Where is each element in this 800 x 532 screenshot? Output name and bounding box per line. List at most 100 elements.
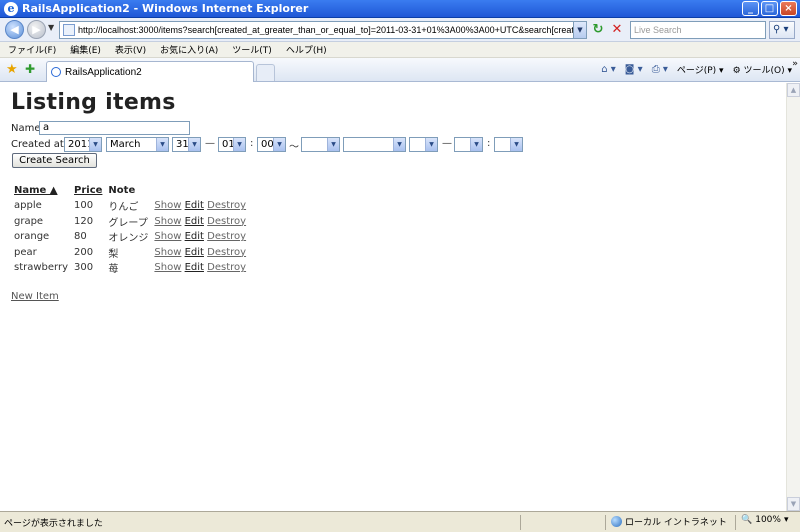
refresh-icon[interactable]: ↻ <box>590 22 606 38</box>
range-tilde: ～ <box>289 142 299 153</box>
stop-icon[interactable]: ✕ <box>609 22 625 38</box>
recent-pages-dropdown[interactable]: ▼ <box>48 23 54 32</box>
zoom-level: 100% <box>755 515 781 525</box>
page-title: Listing items <box>11 90 176 115</box>
status-divider <box>605 515 606 530</box>
tab-label: RailsApplication2 <box>65 66 142 78</box>
new-item-link[interactable]: New Item <box>11 291 59 302</box>
zoom-control[interactable]: 🔍 100% ▾ <box>741 515 788 525</box>
destroy-link[interactable]: Destroy <box>207 262 246 273</box>
edit-link[interactable]: Edit <box>185 262 204 273</box>
from-minute-select[interactable]: 00 ▼ <box>257 137 286 152</box>
destroy-link[interactable]: Destroy <box>207 216 246 227</box>
address-dropdown-icon[interactable]: ▼ <box>573 22 586 38</box>
home-icon[interactable]: ⌂ ▾ <box>601 64 616 75</box>
item-name: strawberry <box>14 262 69 274</box>
chevron-down-icon: ▼ <box>510 138 522 151</box>
item-name: apple <box>14 200 42 212</box>
window-title-bar: e RailsApplication2 - Windows Internet E… <box>0 0 800 18</box>
menu-file[interactable]: ファイル(F) <box>8 43 56 56</box>
edit-link[interactable]: Edit <box>185 231 204 242</box>
name-input[interactable]: a <box>39 121 190 135</box>
from-month-select[interactable]: March ▼ <box>106 137 169 152</box>
to-hour-select[interactable]: ▼ <box>454 137 483 152</box>
show-link[interactable]: Show <box>154 216 181 227</box>
item-price: 120 <box>74 215 94 227</box>
menu-edit[interactable]: 編集(E) <box>70 43 101 56</box>
item-price: 80 <box>74 231 87 243</box>
chevron-down-icon: ▼ <box>89 138 101 151</box>
address-toolbar: ◀ ▶ ▼ http://localhost:3000/items?search… <box>0 18 800 42</box>
search-icon[interactable]: ⚲ ▾ <box>769 21 795 39</box>
scroll-up-icon[interactable]: ▲ <box>787 83 800 97</box>
destroy-link[interactable]: Destroy <box>207 247 246 258</box>
tab-rails-application[interactable]: RailsApplication2 <box>46 61 254 82</box>
status-bar: ページが表示されました ローカル イントラネット 🔍 100% ▾ <box>0 511 800 532</box>
table-row: orange 80 オレンジ Show Edit Destroy <box>11 229 249 245</box>
note-column-header: Note <box>108 185 136 196</box>
to-month-select[interactable]: ▼ <box>343 137 406 152</box>
to-day-select[interactable]: ▼ <box>409 137 438 152</box>
window-title: RailsApplication2 - Windows Internet Exp… <box>22 2 309 15</box>
table-row: apple 100 りんご Show Edit Destroy <box>11 198 249 214</box>
destroy-link[interactable]: Destroy <box>207 231 246 242</box>
edit-link[interactable]: Edit <box>185 200 204 211</box>
add-favorite-icon[interactable]: ✚ <box>25 63 35 76</box>
more-commands-icon[interactable]: » <box>792 59 798 69</box>
from-hour-select[interactable]: 01 ▼ <box>218 137 246 152</box>
item-price: 100 <box>74 200 94 212</box>
chevron-down-icon: ▼ <box>233 138 245 151</box>
from-month-value: March <box>110 139 141 150</box>
to-time-colon: : <box>487 138 491 149</box>
chevron-down-icon: ▼ <box>327 138 339 151</box>
to-year-select[interactable]: ▼ <box>301 137 340 152</box>
menu-tools[interactable]: ツール(T) <box>232 43 272 56</box>
to-minute-select[interactable]: ▼ <box>494 137 523 152</box>
minimize-button[interactable]: _ <box>742 1 759 16</box>
table-row: strawberry 300 苺 Show Edit Destroy <box>11 260 249 276</box>
favorites-star-icon[interactable]: ★ <box>6 63 18 76</box>
from-year-select[interactable]: 2011 ▼ <box>64 137 102 152</box>
menu-view[interactable]: 表示(V) <box>115 43 146 56</box>
vertical-scrollbar[interactable]: ▲ ▼ <box>786 83 800 511</box>
edit-link[interactable]: Edit <box>185 247 204 258</box>
actions-column-header <box>151 183 249 198</box>
print-icon[interactable]: ⎙ ▾ <box>652 64 668 75</box>
created-at-label: Created at <box>11 139 64 150</box>
name-column-header[interactable]: Name ▲ <box>11 183 71 198</box>
close-button[interactable]: × <box>780 1 797 16</box>
from-day-select[interactable]: 31 ▼ <box>172 137 201 152</box>
price-column-header[interactable]: Price <box>71 183 105 198</box>
tools-menu[interactable]: ⚙ ツール(O) ▾ <box>733 63 792 76</box>
chevron-down-icon: ▼ <box>273 138 285 151</box>
new-tab-button[interactable] <box>256 64 275 81</box>
edit-link[interactable]: Edit <box>185 216 204 227</box>
from-day-value: 31 <box>176 139 189 150</box>
item-note: 梨 <box>108 248 119 260</box>
address-field[interactable]: http://localhost:3000/items?search[creat… <box>59 21 587 39</box>
back-button[interactable]: ◀ <box>5 20 24 39</box>
show-link[interactable]: Show <box>154 262 181 273</box>
destroy-link[interactable]: Destroy <box>207 200 246 211</box>
forward-button[interactable]: ▶ <box>27 20 46 39</box>
item-name: orange <box>14 231 50 243</box>
show-link[interactable]: Show <box>154 200 181 211</box>
maximize-button[interactable]: □ <box>761 1 778 16</box>
menu-bar: ファイル(F) 編集(E) 表示(V) お気に入り(A) ツール(T) ヘルプ(… <box>0 42 800 58</box>
feeds-icon[interactable]: ◙ ▾ <box>625 64 643 75</box>
table-header-row: Name ▲ Price Note <box>11 183 249 198</box>
item-note: オレンジ <box>108 233 149 245</box>
security-zone[interactable]: ローカル イントラネット <box>611 515 727 528</box>
show-link[interactable]: Show <box>154 247 181 258</box>
item-note: グレープ <box>108 217 148 229</box>
menu-help[interactable]: ヘルプ(H) <box>286 43 327 56</box>
zone-label: ローカル イントラネット <box>625 518 727 528</box>
chevron-down-icon: ▼ <box>188 138 200 151</box>
scroll-down-icon[interactable]: ▼ <box>787 497 800 511</box>
live-search-input[interactable]: Live Search <box>630 21 766 39</box>
page-menu[interactable]: ページ(P) ▾ <box>677 63 724 76</box>
show-link[interactable]: Show <box>154 231 181 242</box>
menu-favorites[interactable]: お気に入り(A) <box>160 43 218 56</box>
address-url[interactable]: http://localhost:3000/items?search[creat… <box>78 25 573 35</box>
create-search-button[interactable]: Create Search <box>12 153 97 168</box>
